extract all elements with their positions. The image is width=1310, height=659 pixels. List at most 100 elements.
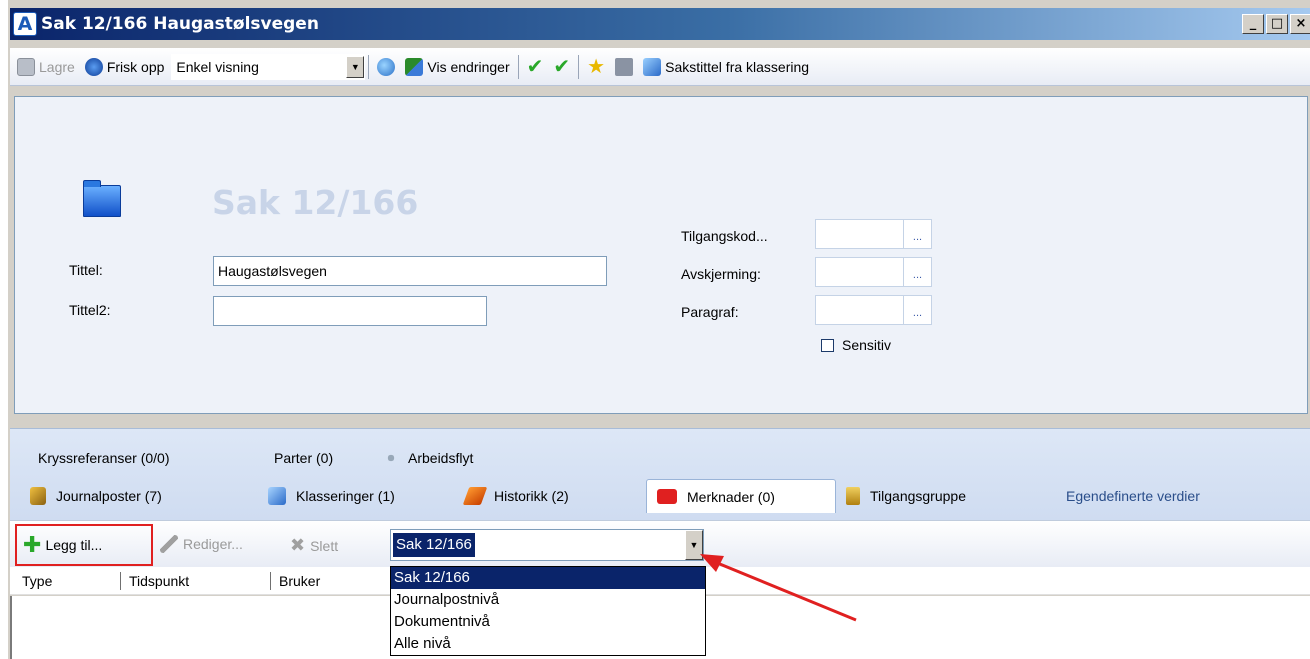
level-option-all[interactable]: Alle nivå: [391, 633, 705, 655]
approve-all-button[interactable]: ✔: [548, 52, 575, 82]
minimize-button[interactable]: _: [1242, 14, 1264, 34]
case-form-panel: Sak 12/166 Tittel: Haugastølsvegen Titte…: [14, 96, 1308, 414]
tab-history[interactable]: Historikk (2): [456, 481, 646, 511]
tab-access-group[interactable]: Tilgangsgruppe: [836, 481, 1056, 511]
favorite-button[interactable]: ★: [582, 52, 610, 82]
globe-icon: [377, 57, 396, 76]
delete-button[interactable]: ✖ Slett: [290, 535, 338, 556]
edit-button[interactable]: Rediger...: [160, 535, 243, 553]
copy-icon: [643, 57, 662, 76]
view-mode-value: Enkel visning: [176, 58, 259, 75]
case-window: A Sak 12/166 Haugastølsvegen _ □ × Lagre…: [8, 0, 1310, 659]
title-input[interactable]: Haugastølsvegen: [213, 256, 607, 286]
tab-parties-label: Parter (0): [274, 450, 334, 466]
access-group-icon: [846, 487, 860, 505]
tab-classifications[interactable]: Klasseringer (1): [258, 481, 456, 511]
pencil-icon: [160, 535, 178, 553]
shielding-label: Avskjerming:: [681, 266, 761, 282]
shielding-lookup-button[interactable]: ...: [903, 258, 931, 286]
tab-row-1: Kryssreferanser (0/0) Parter (0) Arbeids…: [28, 443, 483, 473]
maximize-button[interactable]: □: [1266, 14, 1288, 34]
level-combobox-value: Sak 12/166: [392, 532, 476, 558]
tab-custom-values[interactable]: Egendefinerte verdier: [1056, 481, 1210, 511]
access-code-label: Tilgangskod...: [681, 228, 768, 244]
tab-journal-posts-label: Journalposter (7): [56, 488, 162, 504]
toolbar-divider: [368, 54, 370, 79]
show-changes-button[interactable]: Vis endringer: [400, 52, 514, 82]
title-label: Tittel:: [69, 262, 103, 278]
journal-icon: [30, 487, 46, 505]
refresh-button[interactable]: Frisk opp: [80, 52, 170, 82]
level-option-case[interactable]: Sak 12/166: [391, 567, 705, 589]
column-header-time[interactable]: Tidspunkt: [120, 571, 270, 590]
save-button[interactable]: Lagre: [12, 52, 80, 82]
column-header-user[interactable]: Bruker: [270, 571, 380, 590]
print-button[interactable]: [610, 52, 638, 82]
plus-icon: ✚: [23, 532, 42, 557]
tab-row-2: Journalposter (7) Klasseringer (1) Histo…: [20, 479, 1210, 513]
paragraph-label: Paragraf:: [681, 304, 739, 320]
shielding-field[interactable]: ...: [815, 257, 932, 287]
case-title-from-class-label: Sakstittel fra klassering: [665, 58, 810, 75]
column-header-type[interactable]: Type: [10, 572, 120, 590]
changes-icon: [405, 57, 424, 76]
tab-access-group-label: Tilgangsgruppe: [870, 488, 966, 504]
level-dropdown-list: Sak 12/166 Journalpostnivå Dokumentnivå …: [390, 566, 706, 656]
add-label: Legg til...: [45, 537, 103, 553]
case-title-from-class-button[interactable]: Sakstittel fra klassering: [638, 52, 814, 82]
title-bar[interactable]: A Sak 12/166 Haugastølsvegen _ □ ×: [10, 8, 1310, 40]
level-option-journal-post[interactable]: Journalpostnivå: [391, 589, 705, 611]
sensitive-checkbox[interactable]: [821, 339, 834, 352]
main-toolbar: Lagre Frisk opp Enkel visning ▼ Vis endr…: [10, 48, 1310, 86]
comment-icon: [657, 489, 677, 504]
checkmark-icon: ✔: [526, 56, 544, 78]
window-title: Sak 12/166 Haugastølsvegen: [41, 14, 319, 34]
tab-workflow[interactable]: Arbeidsflyt: [374, 443, 483, 473]
toolbar-divider: [578, 54, 580, 79]
refresh-icon: [84, 57, 103, 76]
tab-parties[interactable]: Parter (0): [264, 443, 374, 473]
access-code-lookup-button[interactable]: ...: [903, 220, 931, 248]
tab-notes[interactable]: Merknader (0): [646, 479, 836, 513]
sensitive-label: Sensitiv: [842, 337, 892, 353]
tab-strip: Kryssreferanser (0/0) Parter (0) Arbeids…: [10, 428, 1310, 520]
approve-button[interactable]: ✔: [522, 52, 549, 82]
delete-icon: ✖: [290, 535, 306, 555]
app-logo-icon: A: [13, 12, 37, 36]
tab-workflow-label: Arbeidsflyt: [408, 450, 474, 466]
edit-label: Rediger...: [183, 536, 243, 552]
star-icon: ★: [587, 56, 606, 78]
classification-icon: [268, 487, 286, 505]
window-controls: _ □ ×: [1242, 14, 1310, 34]
title2-label: Tittel2:: [69, 302, 111, 318]
paragraph-lookup-button[interactable]: ...: [903, 296, 931, 324]
globe-button[interactable]: [372, 52, 400, 82]
close-button[interactable]: ×: [1290, 14, 1310, 34]
workflow-icon: [384, 450, 398, 466]
tab-cross-references[interactable]: Kryssreferanser (0/0): [28, 443, 264, 473]
view-mode-select[interactable]: Enkel visning ▼: [171, 53, 366, 80]
delete-label: Slett: [310, 537, 339, 554]
folder-icon: [83, 180, 121, 217]
tab-journal-posts[interactable]: Journalposter (7): [20, 481, 258, 511]
chevron-down-icon[interactable]: ▼: [346, 55, 365, 78]
level-combobox[interactable]: Sak 12/166 ▼: [390, 529, 704, 561]
paragraph-field[interactable]: ...: [815, 295, 932, 325]
title2-input[interactable]: [213, 296, 487, 326]
toolbar-divider: [517, 54, 519, 79]
tab-classifications-label: Klasseringer (1): [296, 488, 395, 504]
level-option-document[interactable]: Dokumentnivå: [391, 611, 705, 633]
tab-cross-references-label: Kryssreferanser (0/0): [38, 450, 170, 466]
add-button[interactable]: ✚ Legg til...: [15, 524, 153, 566]
history-icon: [462, 487, 488, 505]
checkmark-icon: ✔: [553, 56, 571, 78]
case-heading: Sak 12/166: [212, 183, 419, 222]
printer-icon: [615, 57, 634, 76]
annotation-arrow: [700, 554, 857, 622]
tab-history-label: Historikk (2): [494, 488, 569, 504]
save-icon: [17, 57, 35, 76]
access-code-field[interactable]: ...: [815, 219, 932, 249]
save-label: Lagre: [39, 58, 75, 75]
tab-notes-label: Merknader (0): [687, 488, 775, 505]
show-changes-label: Vis endringer: [427, 58, 510, 75]
